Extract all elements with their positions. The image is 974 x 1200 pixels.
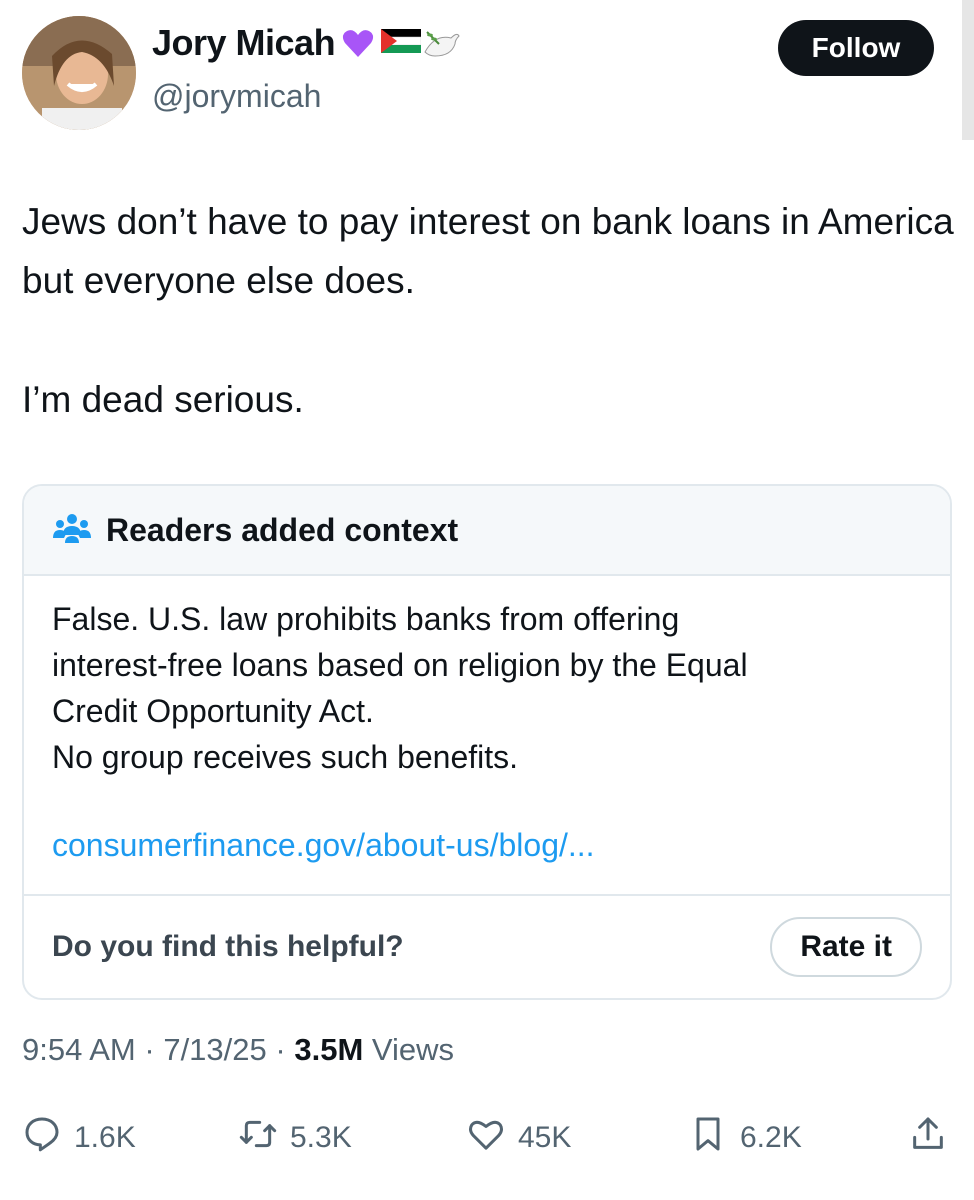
community-note-header: Readers added context <box>24 486 950 576</box>
helpful-question: Do you find this helpful? <box>52 930 404 963</box>
tweet-text: Jews don’t have to pay interest on bank … <box>22 192 962 429</box>
views-count: 3.5M <box>294 1032 364 1067</box>
bookmark-count: 6.2K <box>740 1121 802 1154</box>
scrollbar[interactable] <box>962 0 974 140</box>
reply-button[interactable]: 1.6K <box>22 1114 136 1162</box>
tweet-time[interactable]: 9:54 AM <box>22 1032 136 1067</box>
purple-heart-icon <box>341 26 375 60</box>
rate-it-button[interactable]: Rate it <box>770 917 922 977</box>
note-line: interest-free loans based on religion by… <box>52 647 748 683</box>
like-count: 45K <box>518 1121 572 1154</box>
note-line: No group receives such benefits. <box>52 739 519 775</box>
community-note-footer: Do you find this helpful? Rate it <box>24 894 950 998</box>
community-note: Readers added context False. U.S. law pr… <box>22 484 952 1000</box>
bookmark-icon <box>688 1114 728 1162</box>
tweet-actions: 1.6K 5.3K 45K 6.2K <box>22 1114 952 1164</box>
tweet-paragraph: Jews don’t have to pay interest on bank … <box>22 201 954 301</box>
dove-icon <box>421 26 460 60</box>
community-note-body: False. U.S. law prohibits banks from off… <box>24 576 950 868</box>
repost-button[interactable]: 5.3K <box>238 1114 352 1162</box>
author-name[interactable]: Jory Micah <box>152 22 336 64</box>
note-line: Credit Opportunity Act. <box>52 693 374 729</box>
palestine-flag-icon <box>380 26 422 60</box>
reply-count: 1.6K <box>74 1121 136 1154</box>
views-label: Views <box>371 1032 455 1067</box>
share-button[interactable] <box>908 1114 948 1162</box>
meta-separator: · <box>144 1032 155 1067</box>
follow-button[interactable]: Follow <box>778 20 934 76</box>
readers-group-icon <box>52 511 92 550</box>
repost-count: 5.3K <box>290 1121 352 1154</box>
tweet-paragraph: I’m dead serious. <box>22 379 304 420</box>
author-handle[interactable]: @jorymicah <box>152 78 321 115</box>
note-source-link[interactable]: consumerfinance.gov/about-us/blog/... <box>52 822 922 868</box>
avatar[interactable] <box>22 16 136 130</box>
community-note-title: Readers added context <box>106 511 459 548</box>
tweet-date[interactable]: 7/13/25 <box>163 1032 266 1067</box>
share-icon <box>908 1114 948 1162</box>
heart-icon <box>466 1114 506 1162</box>
like-button[interactable]: 45K <box>466 1114 571 1162</box>
author-name-row: Jory Micah <box>152 22 460 64</box>
meta-separator: · <box>275 1032 286 1067</box>
note-line: False. U.S. law prohibits banks from off… <box>52 601 680 637</box>
tweet-meta: 9:54 AM · 7/13/25 · 3.5M Views <box>22 1032 454 1068</box>
tweet-header: Jory Micah @jorymicah Follow <box>0 0 974 140</box>
repost-icon <box>238 1114 278 1162</box>
bookmark-button[interactable]: 6.2K <box>688 1114 802 1162</box>
reply-icon <box>22 1114 62 1162</box>
